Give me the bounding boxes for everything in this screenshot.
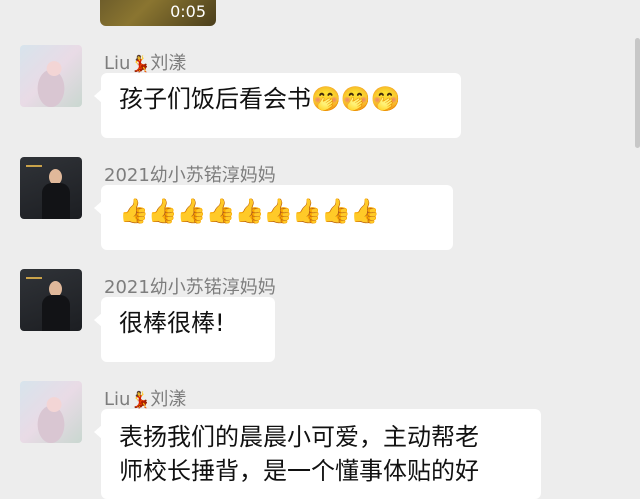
message-text-line: 师校长捶背，是一个懂事体贴的好 bbox=[119, 457, 479, 485]
message-bubble[interactable]: 表扬我们的晨晨小可爱，主动帮老 师校长捶背，是一个懂事体贴的好 bbox=[94, 409, 541, 499]
sender-name: Liu💃刘漾 bbox=[104, 385, 186, 411]
video-duration: 0:05 bbox=[170, 2, 206, 21]
avatar[interactable] bbox=[20, 45, 82, 107]
sender-name-text: Liu bbox=[104, 389, 131, 410]
thumbs-up-emoji-icon: 👍👍👍👍👍👍👍👍👍 bbox=[119, 197, 380, 225]
message-text-line: 表扬我们的晨晨小可爱，主动帮老 bbox=[119, 423, 479, 451]
sender-name-suffix: 刘漾 bbox=[150, 53, 187, 74]
message-bubble[interactable]: 👍👍👍👍👍👍👍👍👍 bbox=[94, 185, 453, 250]
avatar-decoration bbox=[26, 165, 42, 167]
avatar-decoration bbox=[26, 277, 42, 279]
face-with-hand-over-mouth-emoji-icon: 🤭🤭🤭 bbox=[311, 85, 401, 113]
avatar[interactable] bbox=[20, 157, 82, 219]
avatar[interactable] bbox=[20, 381, 82, 443]
sender-name-suffix: 刘漾 bbox=[150, 389, 187, 410]
avatar-suit bbox=[42, 183, 70, 219]
video-message-thumbnail[interactable]: 0:05 bbox=[100, 0, 216, 26]
dancer-emoji-icon: 💃 bbox=[130, 390, 151, 409]
message-bubble[interactable]: 很棒很棒! bbox=[94, 297, 275, 362]
avatar-suit bbox=[42, 295, 70, 331]
message-text: 很棒很棒! bbox=[119, 309, 225, 337]
message-bubble[interactable]: 孩子们饭后看会书🤭🤭🤭 bbox=[94, 73, 461, 138]
avatar[interactable] bbox=[20, 269, 82, 331]
dancer-emoji-icon: 💃 bbox=[130, 54, 151, 73]
sender-name: 2021幼小苏锘淳妈妈 bbox=[104, 165, 276, 186]
sender-name: Liu💃刘漾 bbox=[104, 49, 186, 75]
scrollbar[interactable] bbox=[635, 38, 640, 148]
sender-name: 2021幼小苏锘淳妈妈 bbox=[104, 277, 276, 298]
sender-name-text: Liu bbox=[104, 53, 131, 74]
message-text: 孩子们饭后看会书 bbox=[119, 85, 311, 113]
